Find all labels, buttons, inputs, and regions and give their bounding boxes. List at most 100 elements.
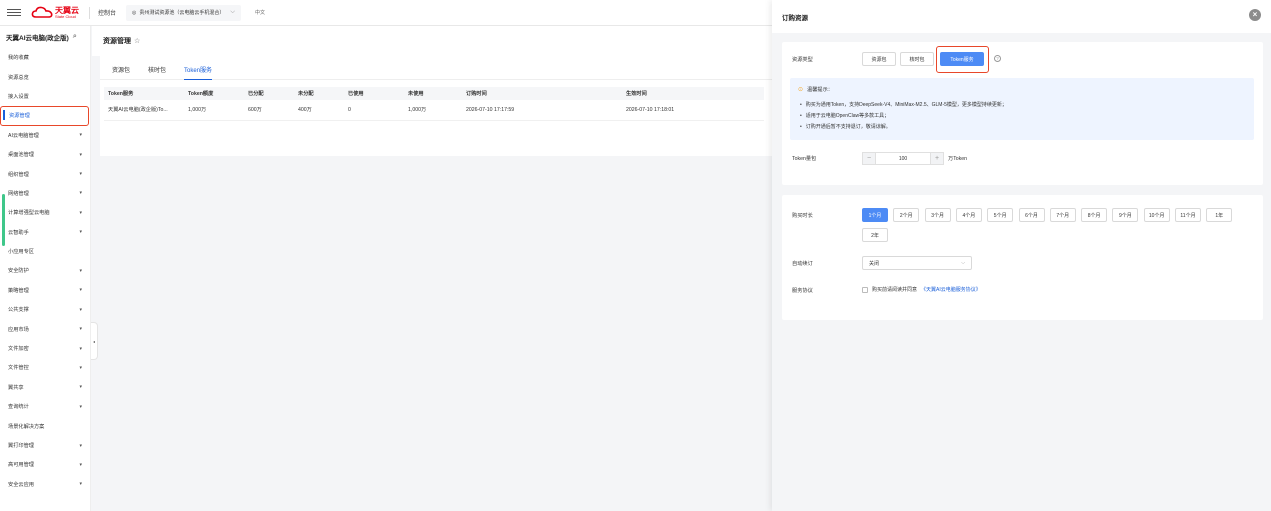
sidebar-item[interactable]: AI云电脑管理 ▾ (0, 126, 90, 145)
agreement-checkbox[interactable] (862, 286, 868, 293)
table-cell: 2026-07-10 17:17:59 (462, 100, 622, 121)
column-header: 未分配 (294, 87, 344, 100)
resource-type-core-hour-button[interactable]: 核时包 (900, 52, 934, 66)
sidebar-item-label: 我的收藏 (8, 55, 29, 62)
sidebar-item[interactable]: 计算增强型云电脑 ▾ (0, 203, 90, 222)
chevron-down-icon: ▾ (79, 267, 82, 274)
sidebar-header: 天翼AI云电脑(政企版) ⌕ (0, 26, 90, 48)
sidebar-item-label: 资源总览 (8, 74, 29, 81)
chevron-down-icon: ▾ (79, 171, 82, 178)
chevron-down-icon: ▾ (79, 481, 82, 488)
decrement-button[interactable]: − (862, 152, 876, 165)
region-selector[interactable]: ◎ 贵州测试资源池（云电脑云手机混合） ⌵ (126, 4, 241, 21)
sidebar-item-label: 公共支撑 (8, 307, 29, 314)
sidebar-item[interactable]: 资源管理 (0, 106, 89, 126)
table-header-row: Token服务 Token额度 已分配 未分配 已使用 未使用 订购时间 生效时间 (104, 87, 764, 100)
purchase-panel: 购买时长 1个月 2个月 3个月 4个月 5个月 6个月 7个月 8个月 9个月 10个月 11个月… (782, 195, 1263, 320)
sidebar-menu: 我的收藏资源总览接入设置资源管理 AI云电脑管理 ▾ 桌面池管理 ▾ 组织管理 ▾ 网络管理 ▾… (0, 48, 90, 494)
sidebar-item[interactable]: 公共支撑 ▾ (0, 300, 90, 319)
sidebar-title: 天翼AI云电脑(政企版) (6, 35, 69, 42)
sidebar-item-label: 网络管理 (8, 190, 29, 197)
chevron-down-icon: ▾ (79, 190, 82, 197)
sidebar: 天翼AI云电脑(政企版) ⌕ 我的收藏资源总览接入设置资源管理 AI云电脑管理 ▾ 桌… (0, 26, 91, 511)
sidebar-item[interactable]: 高可用管理 ▾ (0, 455, 90, 474)
help-icon[interactable]: ? (994, 55, 1001, 62)
column-header: 订购时间 (462, 87, 622, 100)
chevron-down-icon: ▾ (79, 461, 82, 468)
token-qty-label: Token量包 (792, 156, 817, 162)
token-qty-unit: 万Token (948, 156, 968, 162)
page-title: 资源管理 (103, 38, 131, 45)
sidebar-item[interactable]: 我的收藏 (0, 48, 90, 67)
duration-option-button[interactable]: 6个月 (1018, 208, 1045, 222)
sidebar-item[interactable]: 网络管理 ▾ (0, 184, 90, 203)
console-link[interactable]: 控制台 (98, 8, 116, 17)
close-icon[interactable]: × (1249, 9, 1261, 21)
sidebar-item[interactable]: 安全云应用 ▾ (0, 475, 90, 494)
sidebar-item-label: 资源管理 (9, 113, 30, 120)
star-icon[interactable]: ☆ (134, 37, 140, 45)
notice-box: ⊙ 温馨提示： 购买为通用Token，支持DeepSeek-V4、MiniMax… (790, 78, 1254, 140)
token-qty-input[interactable]: 100 (876, 152, 930, 165)
language-switch[interactable]: 中文 (255, 9, 265, 16)
page-header: 资源管理 ☆ (92, 26, 772, 56)
chevron-down-icon: ▾ (79, 132, 82, 139)
chevron-down-icon: ▾ (79, 403, 82, 410)
sidebar-item[interactable]: 资源总览 (0, 67, 90, 86)
sidebar-item[interactable]: 查询统计 ▾ (0, 397, 90, 416)
scrollbar[interactable] (2, 194, 5, 246)
duration-option-button[interactable]: 2年 (862, 228, 888, 242)
resource-type-package-button[interactable]: 资源包 (862, 52, 896, 66)
logo[interactable]: 天翼云 State Cloud (31, 6, 79, 19)
duration-option-button[interactable]: 1年 (1206, 208, 1233, 222)
sidebar-item[interactable]: 安全防护 ▾ (0, 261, 90, 280)
auto-renew-select[interactable]: 关闭 ⌵ (862, 256, 972, 270)
sidebar-item[interactable]: 翼共享 ▾ (0, 378, 90, 397)
sidebar-item[interactable]: 场景化解决方案 (0, 416, 90, 435)
column-header: Token服务 (104, 87, 184, 100)
increment-button[interactable]: + (930, 152, 944, 165)
sidebar-item[interactable]: 接入设置 (0, 87, 90, 106)
table-cell: 0 (344, 100, 404, 121)
menu-icon[interactable] (7, 9, 21, 16)
resource-panel: 资源类型 资源包 核时包 Token服务 ? ⊙ 温馨提示： 购买为通用Toke… (782, 42, 1263, 185)
tab-core-hour-package[interactable]: 核时包 (148, 65, 166, 79)
sidebar-item[interactable]: 应用市场 ▾ (0, 319, 90, 338)
sidebar-item[interactable]: 组织管理 ▾ (0, 164, 90, 183)
sidebar-item[interactable]: 小应用专区 (0, 242, 90, 261)
top-bar: 天翼云 State Cloud 控制台 ◎ 贵州测试资源池（云电脑云手机混合） … (0, 0, 772, 26)
sidebar-item[interactable]: 翼打印管理 ▾ (0, 436, 90, 455)
notice-title: 温馨提示： (807, 87, 833, 93)
sidebar-item[interactable]: 云智助手 ▾ (0, 223, 90, 242)
chevron-down-icon: ▾ (79, 306, 82, 313)
sidebar-item[interactable]: 桌面池管理 ▾ (0, 145, 90, 164)
column-header: 已使用 (344, 87, 404, 100)
search-icon[interactable]: ⌕ (73, 33, 77, 41)
tab-resource-package[interactable]: 资源包 (112, 65, 130, 79)
column-header: 未使用 (404, 87, 462, 100)
notice-item: 购买为通用Token，支持DeepSeek-V4、MiniMax-M2.5、GL… (800, 99, 1007, 110)
sidebar-item[interactable]: 策略管理 ▾ (0, 281, 90, 300)
agreement-link[interactable]: 《天翼AI云电脑服务协议》 (921, 286, 981, 293)
duration-option-button[interactable]: 5个月 (987, 208, 1014, 222)
logo-en: State Cloud (55, 13, 76, 19)
sidebar-item[interactable]: 文件管控 ▾ (0, 358, 90, 377)
duration-option-button[interactable]: 7个月 (1049, 208, 1076, 222)
table-cell: 天翼AI云电脑(政企版)To... (104, 100, 184, 121)
chevron-down-icon: ▾ (79, 384, 82, 391)
duration-option-button[interactable]: 11个月 (1175, 208, 1201, 222)
sidebar-item[interactable]: 文件加密 ▾ (0, 339, 90, 358)
column-header: 生效时间 (622, 87, 764, 100)
table-cell: 400万 (294, 100, 344, 121)
resource-type-token-button[interactable]: Token服务 (940, 52, 984, 66)
duration-option-button[interactable]: 2个月 (893, 208, 920, 222)
tab-token-service[interactable]: Token服务 (184, 65, 213, 80)
duration-option-button[interactable]: 3个月 (924, 208, 951, 222)
duration-option-button[interactable]: 9个月 (1112, 208, 1139, 222)
duration-option-button[interactable]: 1个月 (862, 208, 888, 222)
duration-option-button[interactable]: 10个月 (1143, 208, 1170, 222)
chevron-down-icon: ▾ (79, 209, 82, 216)
sidebar-item-label: 翼打印管理 (8, 443, 34, 449)
duration-option-button[interactable]: 8个月 (1081, 208, 1108, 222)
duration-option-button[interactable]: 4个月 (955, 208, 982, 222)
